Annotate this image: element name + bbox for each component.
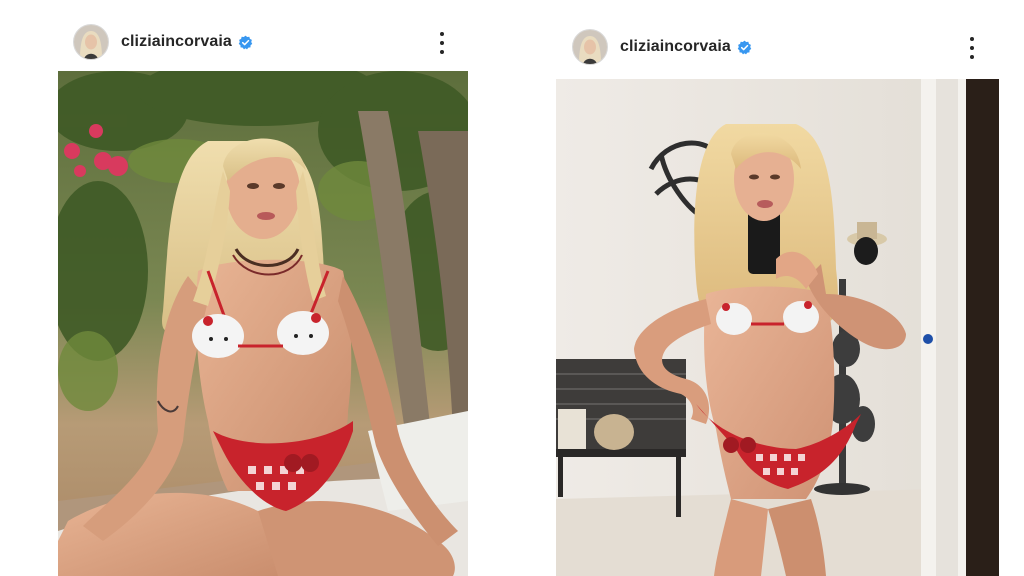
post-1: cliziaincorvaia: [0, 0, 512, 576]
verified-badge-icon: [737, 40, 752, 54]
avatar-icon: [573, 30, 607, 64]
post-image[interactable]: [556, 79, 999, 576]
avatar[interactable]: [73, 24, 109, 60]
username[interactable]: cliziaincorvaia: [121, 33, 232, 51]
garden-portrait-photo: [58, 71, 468, 576]
mirror-selfie-photo: [556, 79, 999, 576]
post-header: cliziaincorvaia: [572, 29, 752, 65]
post-image[interactable]: [58, 71, 468, 576]
verified-badge-icon: [238, 35, 253, 49]
more-options-icon[interactable]: [967, 37, 977, 59]
avatar[interactable]: [572, 29, 608, 65]
more-options-icon[interactable]: [437, 32, 447, 54]
avatar-icon: [74, 25, 108, 59]
post-2: cliziaincorvaia: [512, 0, 1024, 576]
post-header: cliziaincorvaia: [73, 24, 253, 60]
username[interactable]: cliziaincorvaia: [620, 38, 731, 56]
